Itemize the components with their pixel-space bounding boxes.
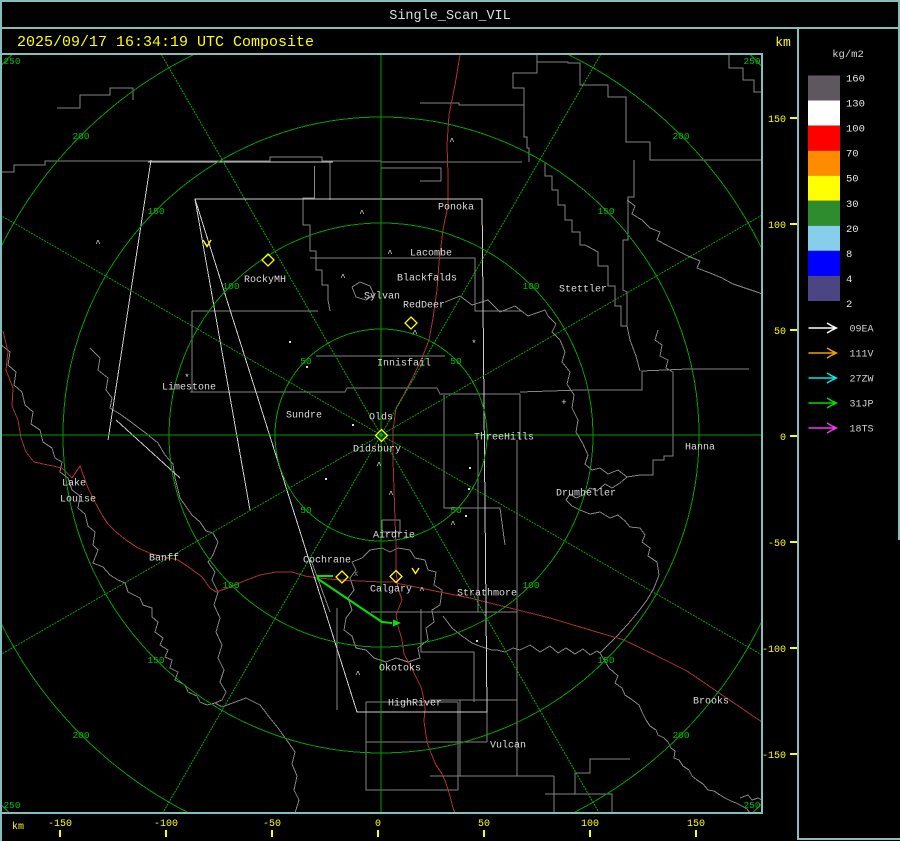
svg-text:70: 70 — [846, 149, 859, 161]
svg-text:Vulcan: Vulcan — [490, 740, 526, 752]
svg-text:100: 100 — [522, 281, 539, 292]
svg-text:Hanna: Hanna — [685, 443, 715, 454]
svg-text:^: ^ — [412, 329, 417, 339]
svg-text:Innisfail: Innisfail — [377, 358, 431, 370]
svg-text:+: + — [561, 398, 566, 408]
svg-text:50: 50 — [450, 505, 462, 516]
svg-text:09EA: 09EA — [850, 325, 874, 336]
svg-text:^: ^ — [449, 137, 454, 147]
svg-text:^: ^ — [419, 586, 424, 596]
svg-text:100: 100 — [222, 281, 239, 292]
svg-text:250: 250 — [3, 800, 20, 811]
svg-text:Single_Scan_VIL: Single_Scan_VIL — [389, 9, 511, 24]
svg-text:50: 50 — [450, 356, 462, 367]
svg-text:Stettler: Stettler — [559, 284, 607, 296]
svg-text:ThreeHills: ThreeHills — [474, 432, 534, 444]
svg-text:200: 200 — [72, 730, 89, 741]
svg-text:RedDeer: RedDeer — [403, 300, 445, 312]
svg-text:Calgary: Calgary — [370, 584, 412, 596]
svg-text:100: 100 — [768, 221, 786, 232]
svg-text:130: 130 — [846, 99, 865, 111]
svg-text:2025/09/17 16:34:19 UTC Compos: 2025/09/17 16:34:19 UTC Composite — [17, 34, 314, 51]
svg-text:100: 100 — [222, 580, 239, 591]
svg-text:-150: -150 — [762, 751, 786, 762]
svg-text:50: 50 — [846, 174, 859, 186]
svg-text:8: 8 — [846, 249, 852, 261]
svg-text:Drumheller: Drumheller — [556, 488, 616, 500]
svg-text:HighRiver: HighRiver — [388, 698, 442, 710]
svg-text:2: 2 — [846, 299, 852, 311]
svg-text:200: 200 — [672, 131, 689, 142]
svg-text:4: 4 — [846, 274, 852, 286]
svg-text:Sundre: Sundre — [286, 410, 322, 422]
svg-text:-150: -150 — [48, 819, 72, 830]
svg-text:Sylvan: Sylvan — [364, 291, 400, 303]
svg-text:200: 200 — [72, 131, 89, 142]
svg-text:Didsbury: Didsbury — [353, 444, 401, 456]
svg-text:Olds: Olds — [369, 412, 393, 424]
svg-text:27ZW: 27ZW — [850, 375, 874, 386]
svg-text:^: ^ — [359, 209, 364, 219]
svg-text:0: 0 — [780, 433, 786, 444]
svg-text:50: 50 — [478, 819, 490, 830]
svg-text:^: ^ — [355, 670, 360, 680]
svg-text:Lake: Lake — [62, 478, 86, 490]
svg-text:-50: -50 — [263, 819, 281, 830]
svg-text:*: * — [471, 339, 476, 349]
svg-text:250: 250 — [3, 56, 20, 67]
svg-text:50: 50 — [774, 327, 786, 338]
svg-text:^: ^ — [95, 239, 100, 249]
svg-text:Brooks: Brooks — [693, 696, 729, 708]
svg-text:31JP: 31JP — [850, 400, 874, 411]
svg-text:100: 100 — [846, 124, 865, 136]
svg-text:Ponoka: Ponoka — [438, 202, 474, 214]
svg-text:150: 150 — [147, 206, 164, 217]
svg-text:^: ^ — [387, 249, 392, 259]
svg-text:50: 50 — [300, 356, 312, 367]
svg-text:-50: -50 — [768, 539, 786, 550]
svg-text:RockyMH: RockyMH — [244, 274, 286, 286]
svg-text:-100: -100 — [154, 819, 178, 830]
svg-text:150: 150 — [768, 115, 786, 126]
svg-text:250: 250 — [743, 800, 760, 811]
svg-text:^: ^ — [340, 273, 345, 283]
svg-text:Cochrane: Cochrane — [303, 555, 351, 567]
svg-text:*: * — [184, 373, 189, 383]
svg-text:Lacombe: Lacombe — [410, 248, 452, 260]
svg-text:-100: -100 — [762, 645, 786, 656]
svg-text:x: x — [354, 570, 359, 579]
svg-text:Banff: Banff — [149, 553, 179, 565]
svg-text:Airdrie: Airdrie — [373, 530, 415, 542]
svg-text:50: 50 — [300, 505, 312, 516]
svg-text:150: 150 — [597, 655, 614, 666]
svg-text:111V: 111V — [850, 350, 874, 361]
svg-text:30: 30 — [846, 199, 859, 211]
svg-text:km: km — [12, 821, 24, 833]
svg-text:km: km — [775, 35, 791, 50]
svg-text:^: ^ — [376, 461, 381, 471]
svg-text:Limestone: Limestone — [162, 382, 216, 394]
svg-text:18TS: 18TS — [850, 425, 874, 436]
svg-text:20: 20 — [846, 224, 859, 236]
svg-text:150: 150 — [147, 655, 164, 666]
svg-text:150: 150 — [687, 819, 705, 830]
svg-text:^: ^ — [388, 490, 393, 500]
svg-text:kg/m2: kg/m2 — [832, 49, 864, 61]
svg-text:250: 250 — [743, 56, 760, 67]
svg-text:^: ^ — [450, 520, 455, 530]
svg-text:Louise: Louise — [60, 494, 96, 506]
svg-text:Okotoks: Okotoks — [379, 663, 421, 675]
svg-text:150: 150 — [597, 206, 614, 217]
svg-text:Blackfalds: Blackfalds — [397, 273, 457, 285]
svg-text:Strathmore: Strathmore — [457, 588, 517, 600]
svg-text:100: 100 — [522, 580, 539, 591]
svg-text:160: 160 — [846, 74, 865, 86]
svg-text:0: 0 — [375, 819, 381, 830]
svg-text:200: 200 — [672, 730, 689, 741]
svg-text:100: 100 — [581, 819, 599, 830]
